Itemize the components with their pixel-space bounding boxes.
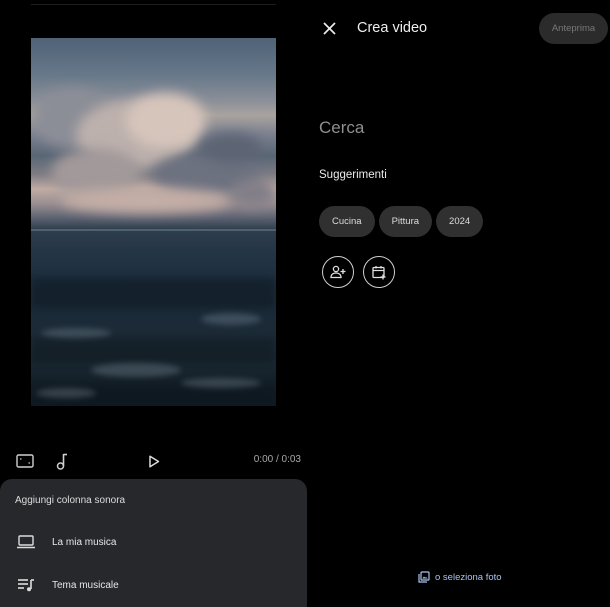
- playback-time: 0:00 / 0:03: [253, 454, 301, 465]
- preview-button[interactable]: Anteprima: [539, 13, 608, 44]
- wave-foam: [91, 363, 181, 377]
- cloud: [126, 93, 206, 148]
- timeline-top-edge: [31, 4, 276, 5]
- wave-foam: [201, 313, 261, 325]
- create-video-panel: Crea video Anteprima Cerca Suggerimenti …: [307, 0, 610, 607]
- person-add-icon: [330, 265, 346, 279]
- suggestions-heading: Suggerimenti: [319, 169, 387, 181]
- queue-music-icon: [0, 578, 52, 592]
- add-date-button[interactable]: [363, 256, 395, 288]
- close-icon[interactable]: [319, 18, 339, 38]
- chip-cucina[interactable]: Cucina: [319, 206, 375, 237]
- sea-shadow: [31, 278, 276, 308]
- sheet-title: Aggiungi colonna sonora: [15, 495, 126, 506]
- laptop-icon: [0, 535, 52, 549]
- chip-pittura[interactable]: Pittura: [378, 206, 433, 237]
- play-icon[interactable]: [143, 450, 165, 472]
- add-person-button[interactable]: [322, 256, 354, 288]
- cloud: [61, 188, 231, 213]
- aspect-ratio-icon[interactable]: [14, 450, 36, 472]
- video-editor-pane: 0:00 / 0:03 Aggiungi colonna sonora La m…: [0, 0, 307, 607]
- theme-music-option[interactable]: Tema musicale: [0, 568, 307, 602]
- wave-foam: [181, 378, 261, 388]
- cloud: [231, 178, 276, 208]
- wave-foam: [36, 388, 96, 398]
- soundtrack-sheet: Aggiungi colonna sonora La mia musica Te…: [0, 479, 307, 607]
- video-preview[interactable]: [31, 38, 276, 406]
- calendar-add-icon: [372, 265, 386, 279]
- select-photos-link[interactable]: o seleziona foto: [418, 571, 502, 583]
- create-video-screen: 0:00 / 0:03 Aggiungi colonna sonora La m…: [0, 0, 610, 607]
- page-title: Crea video: [357, 20, 428, 36]
- horizon-line: [31, 229, 276, 231]
- music-note-icon[interactable]: [51, 450, 73, 472]
- sea-shadow: [31, 338, 276, 362]
- wave-foam: [41, 328, 111, 338]
- search-input[interactable]: Cerca: [319, 118, 519, 142]
- suggestion-chips: Cucina Pittura 2024: [319, 206, 484, 237]
- cloud: [201, 133, 261, 163]
- my-music-label: La mia musica: [52, 536, 117, 548]
- chip-2024[interactable]: 2024: [436, 206, 484, 237]
- photo-library-icon: [418, 571, 430, 583]
- select-photos-label: o seleziona foto: [435, 571, 502, 583]
- theme-music-label: Tema musicale: [52, 579, 119, 591]
- my-music-option[interactable]: La mia musica: [0, 525, 307, 559]
- editor-controls: 0:00 / 0:03: [0, 446, 307, 474]
